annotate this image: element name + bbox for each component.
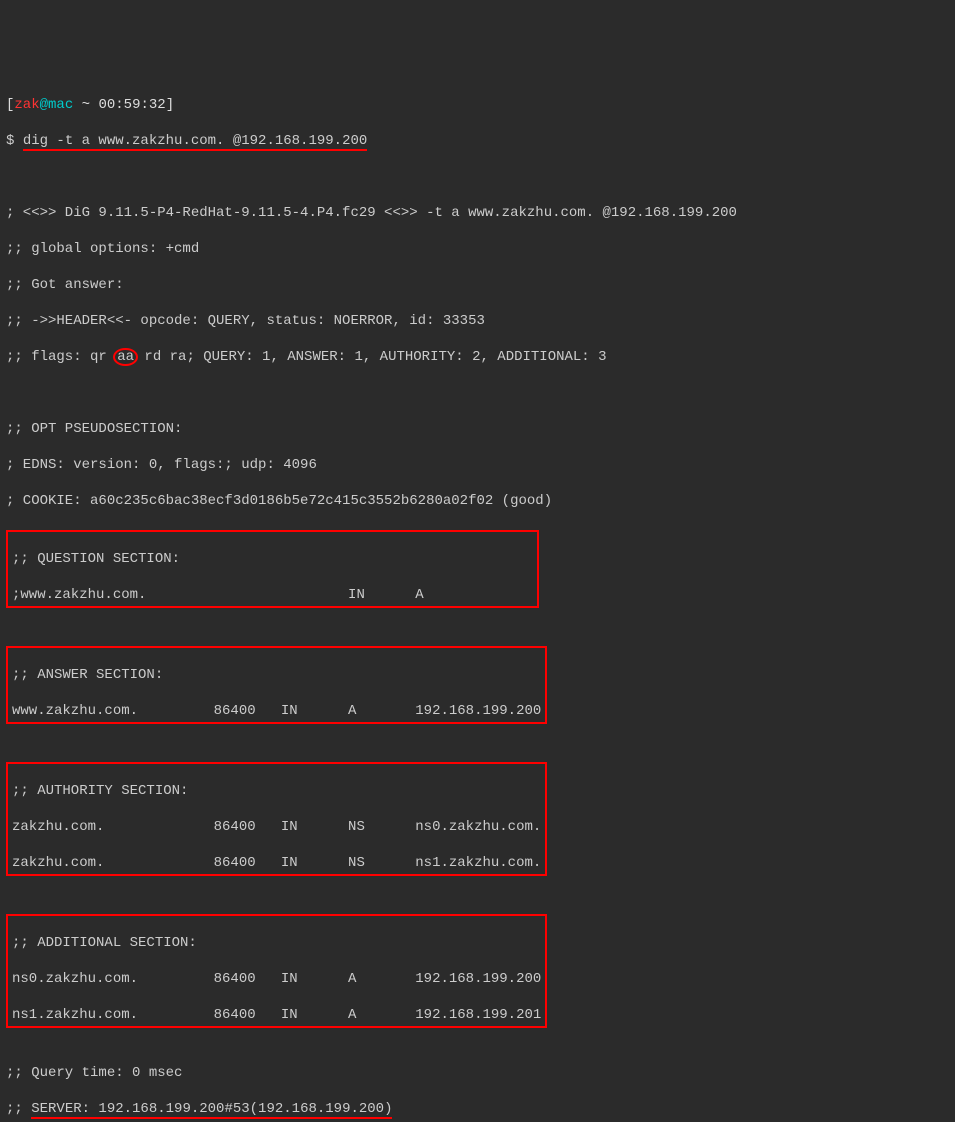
footer-server-line: ;; SERVER: 192.168.199.200#53(192.168.19…	[6, 1100, 949, 1118]
time: 00:59:32	[90, 97, 166, 113]
footer-querytime: ;; Query time: 0 msec	[6, 1064, 949, 1082]
dig-header-2: ;; global options: +cmd	[6, 240, 949, 258]
host: mac	[48, 97, 73, 113]
additional-section-box: ;; ADDITIONAL SECTION: ns0.zakzhu.com. 8…	[6, 914, 547, 1028]
opt-2: ; EDNS: version: 0, flags:; udp: 4096	[6, 456, 949, 474]
answer-row: www.zakzhu.com. 86400 IN A 192.168.199.2…	[12, 702, 541, 720]
flags-pre: ;; flags: qr	[6, 349, 115, 365]
additional-row-1: ns0.zakzhu.com. 86400 IN A 192.168.199.2…	[12, 970, 541, 988]
authority-row-1: zakzhu.com. 86400 IN NS ns0.zakzhu.com.	[12, 818, 541, 836]
question-title: ;; QUESTION SECTION:	[12, 550, 533, 568]
dig-flags-line: ;; flags: qr aa rd ra; QUERY: 1, ANSWER:…	[6, 348, 949, 366]
dig-header-3: ;; Got answer:	[6, 276, 949, 294]
prompt-line: [zak@mac ~ 00:59:32]	[6, 96, 949, 114]
opt-3: ; COOKIE: a60c235c6bac38ecf3d0186b5e72c4…	[6, 492, 949, 510]
command-line[interactable]: $ dig -t a www.zakzhu.com. @192.168.199.…	[6, 132, 949, 150]
user: zak	[14, 97, 39, 113]
bracket: ]	[166, 97, 174, 113]
at: @	[40, 97, 48, 113]
tilde: ~	[73, 97, 90, 113]
flags-post: rd ra; QUERY: 1, ANSWER: 1, AUTHORITY: 2…	[136, 349, 606, 365]
question-row: ;www.zakzhu.com. IN A	[12, 586, 533, 604]
authority-title: ;; AUTHORITY SECTION:	[12, 782, 541, 800]
dig-header-1: ; <<>> DiG 9.11.5-P4-RedHat-9.11.5-4.P4.…	[6, 204, 949, 222]
authority-section-box: ;; AUTHORITY SECTION: zakzhu.com. 86400 …	[6, 762, 547, 876]
command-text: dig -t a www.zakzhu.com. @192.168.199.20…	[23, 133, 367, 151]
flags-aa-circled: aa	[113, 348, 138, 366]
opt-1: ;; OPT PSEUDOSECTION:	[6, 420, 949, 438]
additional-title: ;; ADDITIONAL SECTION:	[12, 934, 541, 952]
answer-title: ;; ANSWER SECTION:	[12, 666, 541, 684]
additional-row-2: ns1.zakzhu.com. 86400 IN A 192.168.199.2…	[12, 1006, 541, 1024]
server-prefix: ;;	[6, 1101, 31, 1117]
dollar: $	[6, 133, 23, 149]
dig-header-4: ;; ->>HEADER<<- opcode: QUERY, status: N…	[6, 312, 949, 330]
authority-row-2: zakzhu.com. 86400 IN NS ns1.zakzhu.com.	[12, 854, 541, 872]
answer-section-box: ;; ANSWER SECTION: www.zakzhu.com. 86400…	[6, 646, 547, 724]
question-section-box: ;; QUESTION SECTION: ;www.zakzhu.com. IN…	[6, 530, 539, 608]
terminal-output: [zak@mac ~ 00:59:32] $ dig -t a www.zakz…	[6, 78, 949, 1122]
server-value: SERVER: 192.168.199.200#53(192.168.199.2…	[31, 1101, 392, 1119]
